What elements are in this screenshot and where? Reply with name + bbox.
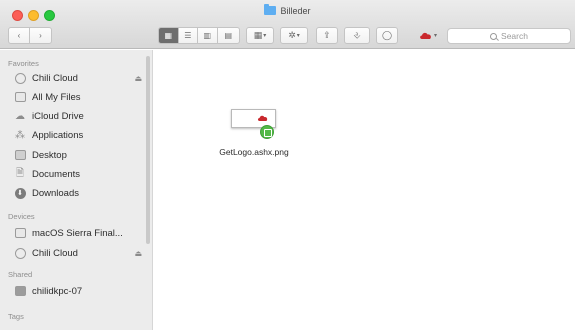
- chili-cloud-icon: [257, 115, 268, 121]
- eject-icon[interactable]: ⏏: [134, 74, 142, 83]
- sidebar-section-devices: Devices: [8, 212, 35, 221]
- back-forward-control: ‹ ›: [8, 27, 52, 44]
- column-view-icon[interactable]: ▥: [198, 28, 218, 43]
- computer-icon: [14, 286, 26, 297]
- sidebar-item-label: Downloads: [32, 187, 79, 199]
- cover-flow-view-icon[interactable]: ▤: [218, 28, 239, 43]
- folder-icon: [264, 4, 277, 15]
- sidebar-item-all-my-files[interactable]: All My Files: [14, 89, 142, 105]
- sidebar-item-label: All My Files: [32, 91, 81, 103]
- toolbar: Billeder ‹ › ▦ ☰ ▥ ▤ ▦ ▾ ✲ ▾ ⇪ ⎀ ◯ ▾ Sea…: [0, 0, 575, 49]
- documents-icon: 🗎: [15, 167, 25, 179]
- all-files-icon: [14, 92, 26, 103]
- sidebar-item-label: iCloud Drive: [32, 110, 84, 122]
- window-title: Billeder: [0, 4, 575, 16]
- sidebar-item-label: Chili Cloud: [32, 247, 78, 259]
- delete-icon: ⎀: [353, 30, 361, 40]
- window-title-text: Billeder: [280, 6, 311, 16]
- file-name[interactable]: GetLogo.ashx.png: [214, 147, 294, 157]
- eject-icon[interactable]: ⏏: [134, 249, 142, 258]
- sidebar-section-favorites: Favorites: [8, 59, 39, 68]
- arrange-button[interactable]: ▦ ▾: [246, 27, 274, 44]
- sidebar-item-chili-cloud-device[interactable]: Chili Cloud ⏏: [14, 245, 142, 261]
- sidebar-section-shared: Shared: [8, 270, 33, 279]
- cloud-drive-icon: [14, 72, 26, 84]
- search-placeholder: Search: [501, 31, 528, 41]
- chevron-down-icon: ▾: [263, 33, 267, 39]
- sidebar-item-label: Documents: [32, 168, 81, 180]
- sidebar-item-desktop[interactable]: Desktop: [14, 147, 142, 163]
- sidebar-item-chilidkpc-07[interactable]: chilidkpc-07: [14, 283, 142, 299]
- sidebar-item-icloud-drive[interactable]: ☁ iCloud Drive: [14, 108, 142, 124]
- arrange-icon: ▦: [253, 30, 263, 40]
- chevron-down-icon: ▾: [433, 33, 437, 39]
- view-mode-control: ▦ ☰ ▥ ▤: [158, 27, 240, 44]
- chili-cloud-button[interactable]: ▾: [414, 27, 442, 44]
- search-field[interactable]: Search: [447, 28, 571, 44]
- share-button[interactable]: ⇪: [316, 27, 338, 44]
- sidebar-section-tags: Tags: [8, 312, 24, 321]
- cloud-drive-icon: [14, 247, 26, 259]
- sidebar-item-label: Chili Cloud: [32, 72, 78, 84]
- icloud-icon: ☁: [15, 110, 25, 122]
- disk-icon: [14, 228, 26, 239]
- gear-icon: ✲: [288, 30, 296, 40]
- synced-badge-icon: [260, 125, 274, 139]
- icon-view-icon[interactable]: ▦: [159, 28, 179, 43]
- search-icon: [490, 32, 498, 40]
- back-button[interactable]: ‹: [9, 28, 31, 43]
- desktop-icon: [14, 150, 26, 161]
- list-view-icon[interactable]: ☰: [179, 28, 199, 43]
- sidebar-item-label: macOS Sierra Final...: [32, 227, 123, 239]
- sidebar-item-label: Applications: [32, 129, 84, 141]
- sidebar-item-documents[interactable]: 🗎 Documents: [14, 166, 142, 182]
- forward-button[interactable]: ›: [30, 28, 51, 43]
- share-icon: ⇪: [323, 30, 331, 40]
- action-button[interactable]: ✲ ▾: [280, 27, 308, 44]
- chevron-down-icon: ▾: [296, 33, 300, 39]
- sidebar-item-applications[interactable]: ⁂ Applications: [14, 127, 142, 143]
- tag-button[interactable]: ◯: [376, 27, 398, 44]
- sidebar-item-chili-cloud[interactable]: Chili Cloud ⏏: [14, 70, 142, 86]
- sidebar-item-label: Desktop: [32, 149, 67, 161]
- file-browser-area[interactable]: [154, 50, 575, 330]
- tag-icon: ◯: [381, 30, 393, 40]
- edit-tags-button[interactable]: ⎀: [344, 27, 370, 44]
- applications-icon: ⁂: [15, 129, 25, 141]
- finder-window: Billeder ‹ › ▦ ☰ ▥ ▤ ▦ ▾ ✲ ▾ ⇪ ⎀ ◯ ▾ Sea…: [0, 0, 575, 330]
- chili-cloud-icon: [420, 32, 431, 39]
- sidebar-item-downloads[interactable]: ⬇ Downloads: [14, 185, 142, 201]
- sidebar-scrollbar[interactable]: [146, 56, 150, 244]
- sidebar-item-label: chilidkpc-07: [32, 285, 83, 297]
- sidebar-item-macos-sierra[interactable]: macOS Sierra Final...: [14, 225, 142, 241]
- downloads-icon: ⬇: [14, 187, 26, 199]
